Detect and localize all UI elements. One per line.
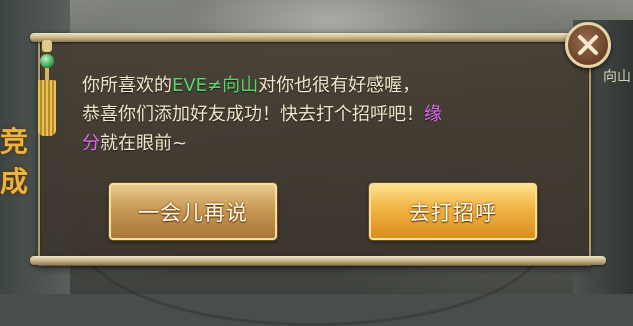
friend-name: EVE≠向山 — [172, 75, 259, 96]
later-button[interactable]: 一会儿再说 — [109, 183, 277, 240]
close-button[interactable] — [565, 22, 611, 68]
jade-bead-icon — [40, 54, 54, 68]
message-closing: 就在眼前~ — [100, 133, 188, 154]
scroll-rod-top — [30, 33, 606, 42]
message-line-3: 分就在眼前~ — [82, 129, 562, 158]
greet-button[interactable]: 去打招呼 — [369, 183, 537, 240]
dialog-message: 你所喜欢的EVE≠向山对你也很有好感喔， 恭喜你们添加好友成功！快去打个招呼吧！… — [82, 71, 562, 158]
close-icon — [578, 35, 598, 55]
message-line-2: 恭喜你们添加好友成功！快去打个招呼吧！缘 — [82, 100, 562, 129]
npc-name-tag: 向山 — [603, 69, 631, 85]
scroll-rod-bottom — [30, 256, 606, 265]
tassel-knot — [42, 40, 52, 52]
message-congrats: 恭喜你们添加好友成功！快去打个招呼吧！ — [82, 104, 424, 125]
fate-word-part2: 分 — [82, 133, 100, 154]
fate-word-part1: 缘 — [424, 104, 442, 125]
message-suffix: 对你也很有好感喔， — [258, 75, 421, 96]
tassel-fringe — [38, 80, 56, 136]
message-line-1: 你所喜欢的EVE≠向山对你也很有好感喔， — [82, 71, 562, 100]
message-prefix: 你所喜欢的 — [82, 75, 172, 96]
